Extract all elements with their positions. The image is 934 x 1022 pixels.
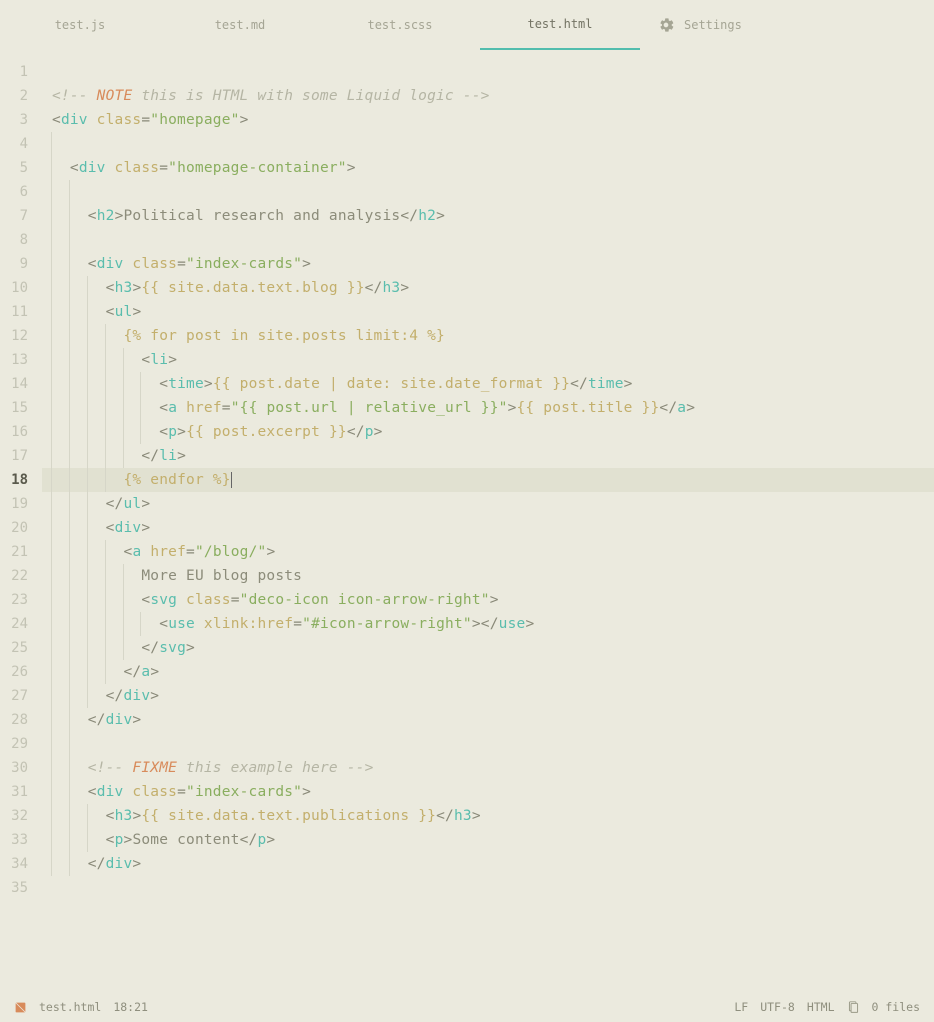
line-number: 35 (0, 876, 42, 900)
line-number: 28 (0, 708, 42, 732)
editor-area[interactable]: 1234567891011121314151617181920212223242… (0, 50, 934, 992)
line-number: 32 (0, 804, 42, 828)
status-files[interactable]: 0 files (872, 1000, 920, 1014)
line-number: 12 (0, 324, 42, 348)
status-filename[interactable]: test.html (39, 1000, 101, 1014)
code-line[interactable]: <svg class="deco-icon icon-arrow-right"> (42, 588, 934, 612)
line-number: 31 (0, 780, 42, 804)
code-line[interactable]: </div> (42, 684, 934, 708)
line-number: 23 (0, 588, 42, 612)
line-number: 11 (0, 300, 42, 324)
code-line[interactable] (42, 180, 934, 204)
tab-test-html[interactable]: test.html (480, 0, 640, 50)
code-line[interactable]: <h3>{{ site.data.text.blog }}</h3> (42, 276, 934, 300)
code-line[interactable]: </svg> (42, 636, 934, 660)
code-line[interactable]: </div> (42, 852, 934, 876)
tab-bar: test.js test.md test.scss test.html Settings (0, 0, 934, 50)
line-number: 33 (0, 828, 42, 852)
code-line[interactable]: <div class="homepage-container"> (42, 156, 934, 180)
code-line[interactable]: <div class="homepage"> (42, 108, 934, 132)
line-number: 17 (0, 444, 42, 468)
line-number: 22 (0, 564, 42, 588)
tab-label: test.scss (367, 18, 432, 32)
code-line[interactable]: <h3>{{ site.data.text.publications }}</h… (42, 804, 934, 828)
status-cursor-position[interactable]: 18:21 (113, 1000, 148, 1014)
code-line[interactable]: <!-- FIXME this example here --> (42, 756, 934, 780)
code-line[interactable] (42, 228, 934, 252)
code-line[interactable]: <h2>Political research and analysis</h2> (42, 204, 934, 228)
code-line[interactable] (42, 876, 934, 900)
line-number: 27 (0, 684, 42, 708)
code-line[interactable]: <time>{{ post.date | date: site.date_for… (42, 372, 934, 396)
line-number: 25 (0, 636, 42, 660)
line-number-gutter: 1234567891011121314151617181920212223242… (0, 50, 42, 992)
code-line[interactable]: <use xlink:href="#icon-arrow-right"></us… (42, 612, 934, 636)
code-line[interactable]: <a href="{{ post.url | relative_url }}">… (42, 396, 934, 420)
line-number: 8 (0, 228, 42, 252)
line-number: 24 (0, 612, 42, 636)
line-number: 29 (0, 732, 42, 756)
code-line[interactable]: {% endfor %} (42, 468, 934, 492)
code-line[interactable]: <p>{{ post.excerpt }}</p> (42, 420, 934, 444)
line-number: 2 (0, 84, 42, 108)
line-number: 4 (0, 132, 42, 156)
code-line[interactable]: <div class="index-cards"> (42, 780, 934, 804)
code-line[interactable]: <a href="/blog/"> (42, 540, 934, 564)
code-line[interactable]: </div> (42, 708, 934, 732)
code-line[interactable] (42, 732, 934, 756)
code-line[interactable]: </a> (42, 660, 934, 684)
line-number: 18 (0, 468, 42, 492)
line-number: 15 (0, 396, 42, 420)
line-number: 6 (0, 180, 42, 204)
line-number: 16 (0, 420, 42, 444)
line-number: 10 (0, 276, 42, 300)
code-line[interactable] (42, 60, 934, 84)
tab-label: test.md (215, 18, 266, 32)
tab-label: test.html (527, 17, 592, 31)
line-number: 3 (0, 108, 42, 132)
code-line[interactable]: <ul> (42, 300, 934, 324)
code-line[interactable]: <li> (42, 348, 934, 372)
tab-label: test.js (55, 18, 106, 32)
tab-test-js[interactable]: test.js (0, 0, 160, 50)
line-number: 21 (0, 540, 42, 564)
tab-settings[interactable]: Settings (640, 0, 760, 50)
line-number: 30 (0, 756, 42, 780)
code-content[interactable]: <!-- NOTE this is HTML with some Liquid … (42, 50, 934, 992)
status-bar: test.html 18:21 LF UTF-8 HTML 0 files (0, 992, 934, 1022)
code-line[interactable]: <p>Some content</p> (42, 828, 934, 852)
line-number: 26 (0, 660, 42, 684)
code-line[interactable]: </ul> (42, 492, 934, 516)
code-line[interactable]: <!-- NOTE this is HTML with some Liquid … (42, 84, 934, 108)
line-number: 20 (0, 516, 42, 540)
line-number: 19 (0, 492, 42, 516)
code-line[interactable]: <div> (42, 516, 934, 540)
line-number: 9 (0, 252, 42, 276)
tab-test-scss[interactable]: test.scss (320, 0, 480, 50)
status-eol[interactable]: LF (734, 1000, 748, 1014)
line-number: 7 (0, 204, 42, 228)
status-encoding[interactable]: UTF-8 (760, 1000, 795, 1014)
tab-label: Settings (684, 18, 742, 32)
code-line[interactable]: <div class="index-cards"> (42, 252, 934, 276)
code-line[interactable] (42, 132, 934, 156)
line-number: 13 (0, 348, 42, 372)
code-line[interactable]: {% for post in site.posts limit:4 %} (42, 324, 934, 348)
code-line[interactable]: </li> (42, 444, 934, 468)
line-number: 5 (0, 156, 42, 180)
file-modified-icon (14, 1001, 27, 1014)
tab-test-md[interactable]: test.md (160, 0, 320, 50)
files-icon (847, 1001, 860, 1014)
line-number: 34 (0, 852, 42, 876)
line-number: 14 (0, 372, 42, 396)
line-number: 1 (0, 60, 42, 84)
code-line[interactable]: More EU blog posts (42, 564, 934, 588)
status-language[interactable]: HTML (807, 1000, 835, 1014)
settings-icon (658, 17, 674, 33)
